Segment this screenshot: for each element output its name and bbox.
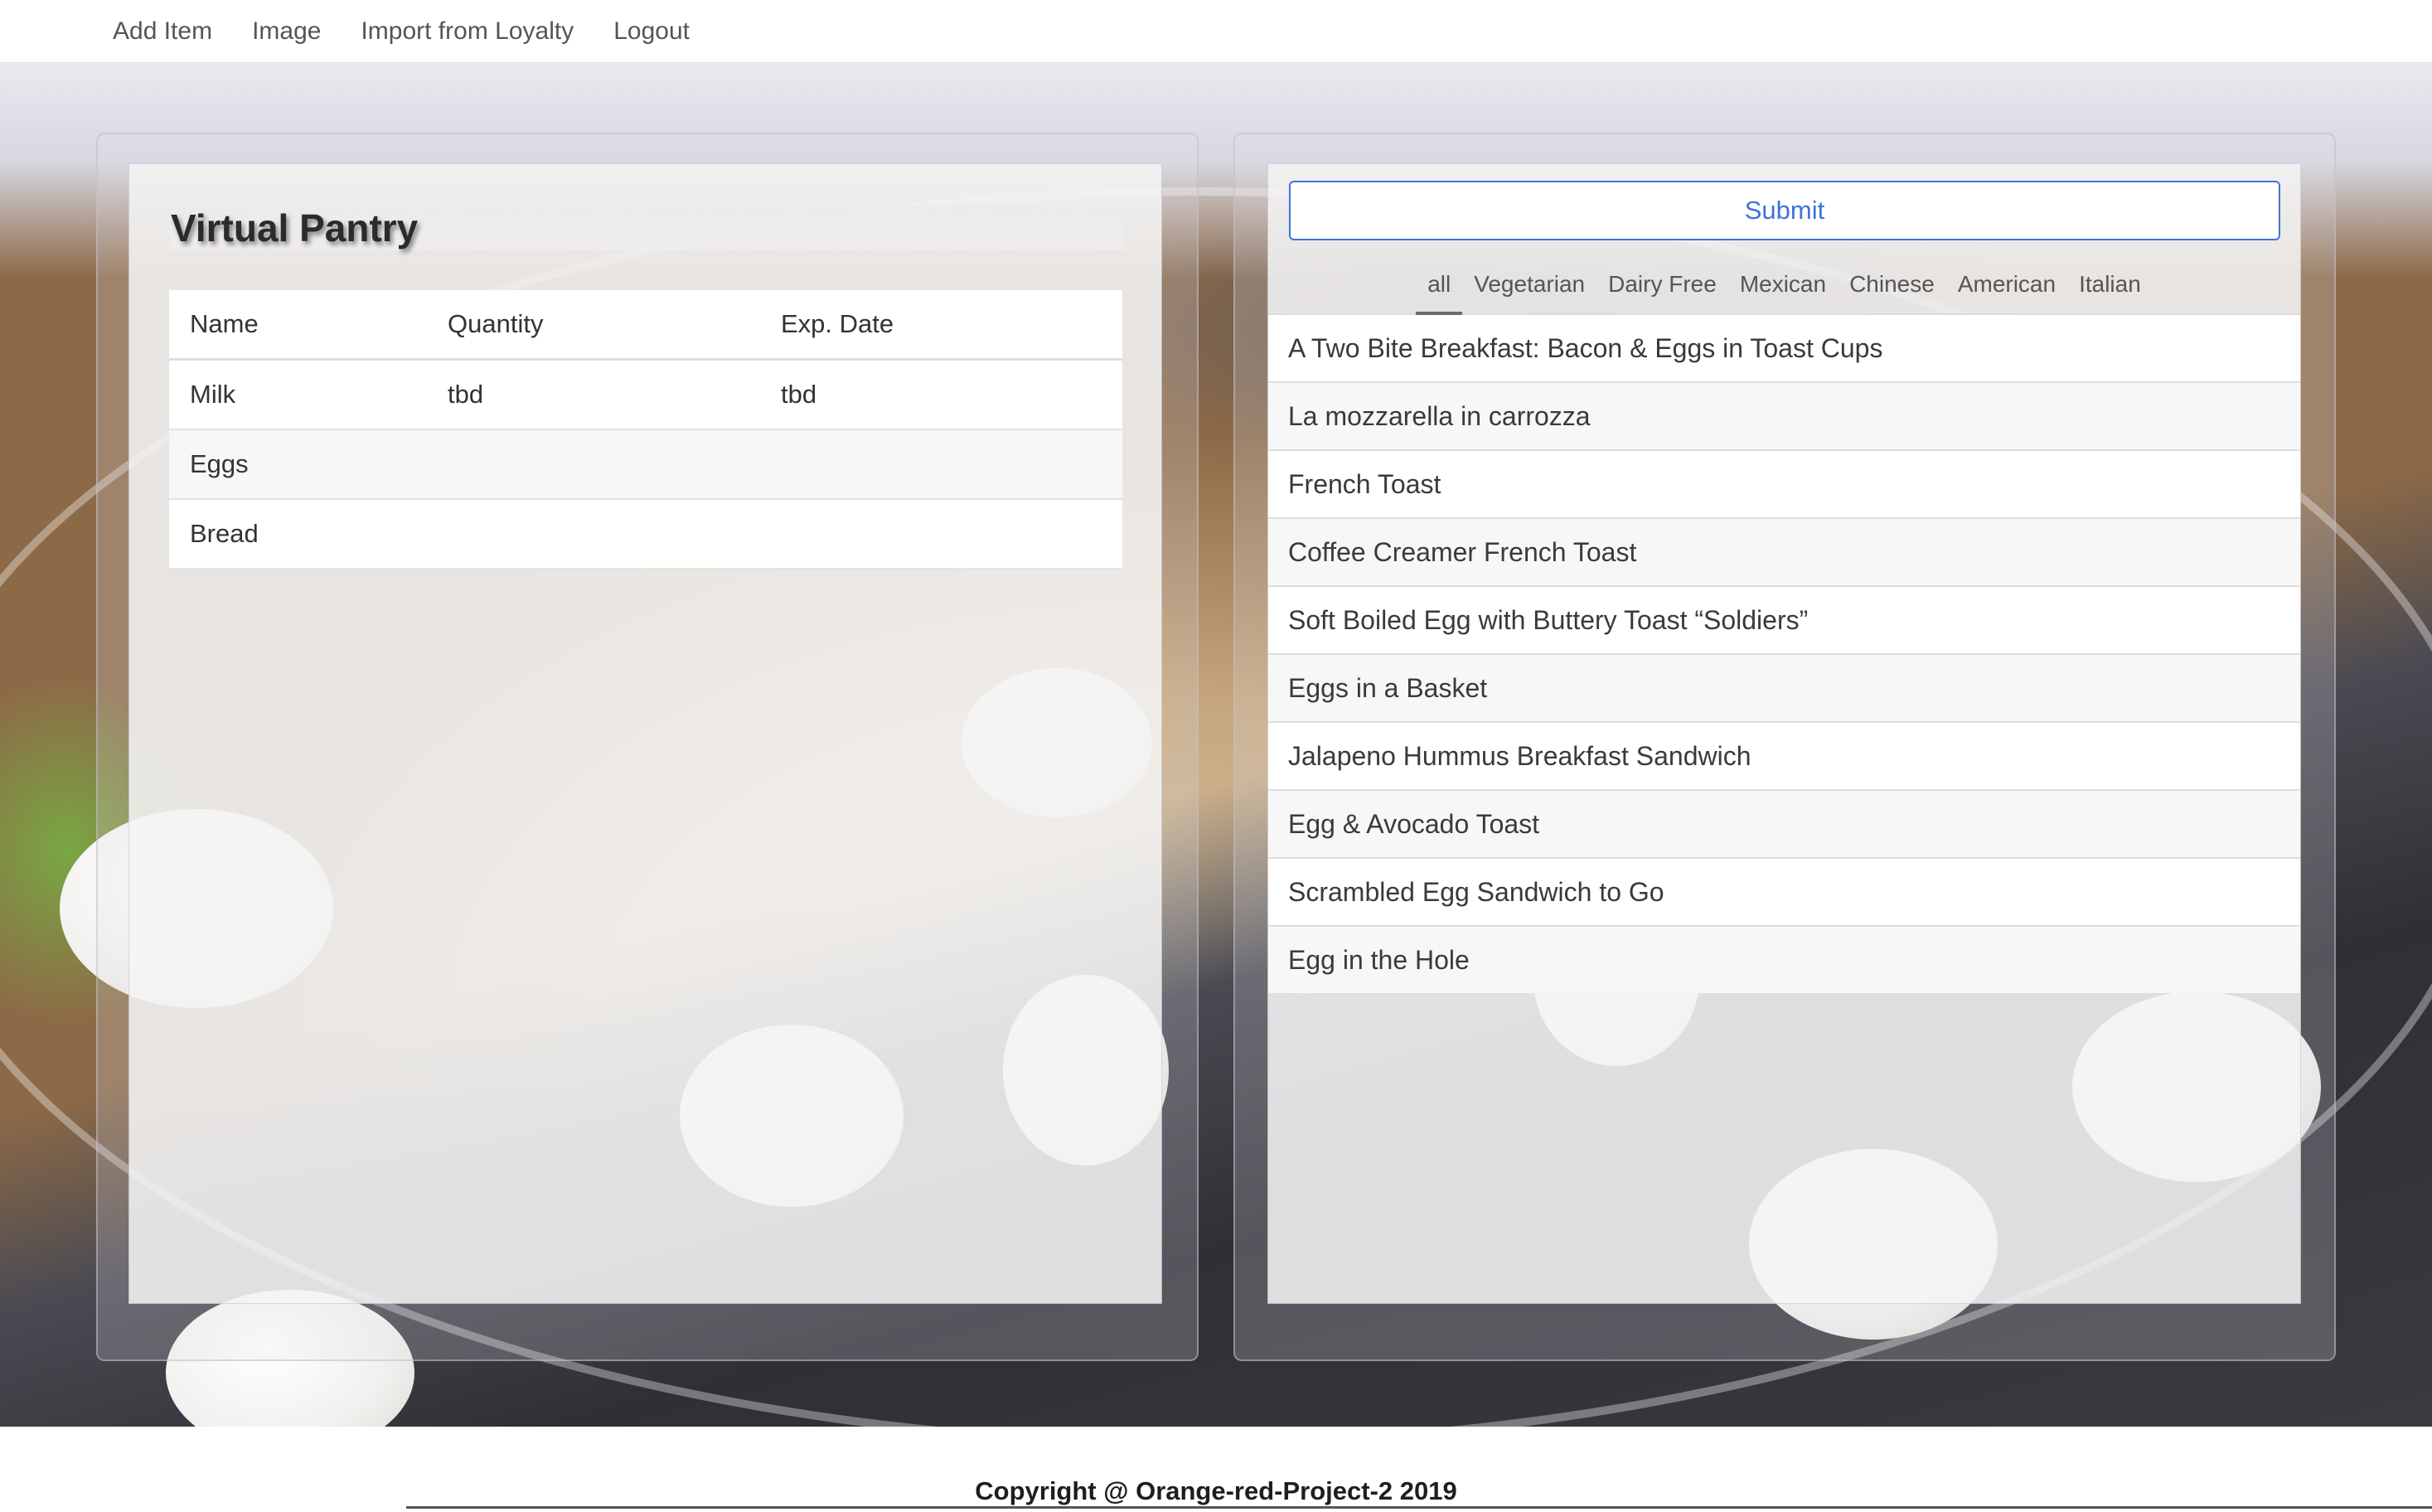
- list-item[interactable]: Egg & Avocado Toast: [1268, 791, 2300, 859]
- list-item[interactable]: Coffee Creamer French Toast: [1268, 519, 2300, 587]
- tab-dairy-free[interactable]: Dairy Free: [1596, 255, 1728, 313]
- top-navbar: Add Item Image Import from Loyalty Logou…: [0, 0, 2432, 63]
- column-header-quantity: Quantity: [448, 309, 544, 338]
- list-item[interactable]: Jalapeno Hummus Breakfast Sandwich: [1268, 723, 2300, 791]
- list-item[interactable]: Soft Boiled Egg with Buttery Toast “Sold…: [1268, 587, 2300, 655]
- list-item[interactable]: Eggs in a Basket: [1268, 655, 2300, 723]
- list-item[interactable]: French Toast: [1268, 451, 2300, 519]
- tab-all[interactable]: all: [1416, 255, 1463, 315]
- table-row: Milk tbd tbd: [169, 359, 1122, 429]
- tab-american[interactable]: American: [1946, 255, 2067, 313]
- cell-quantity: [427, 429, 760, 499]
- footer-divider: [406, 1506, 2432, 1509]
- cell-quantity: tbd: [448, 380, 484, 409]
- cuisine-filter-tabs: all Vegetarian Dairy Free Mexican Chines…: [1268, 255, 2300, 315]
- table-row: Eggs: [169, 429, 1122, 499]
- nav-image-link[interactable]: Image: [252, 17, 321, 46]
- copyright-text: Copyright @ Orange-red-Project-2 2019: [975, 1476, 1457, 1505]
- tab-chinese[interactable]: Chinese: [1838, 255, 1946, 313]
- list-item[interactable]: La mozzarella in carrozza: [1268, 383, 2300, 451]
- nav-logout-link[interactable]: Logout: [613, 17, 690, 46]
- nav-import-loyalty-link[interactable]: Import from Loyalty: [361, 17, 574, 46]
- cell-exp-date: [760, 499, 1122, 569]
- tab-italian[interactable]: Italian: [2067, 255, 2153, 313]
- cell-exp-date: tbd: [781, 380, 817, 409]
- cell-exp-date: [760, 429, 1122, 499]
- list-item[interactable]: Scrambled Egg Sandwich to Go: [1268, 859, 2300, 927]
- column-header-exp-date: Exp. Date: [781, 309, 894, 338]
- cell-name: Milk: [190, 380, 236, 409]
- table-row: Bread: [169, 499, 1122, 569]
- list-item[interactable]: Egg in the Hole: [1268, 927, 2300, 993]
- list-item[interactable]: A Two Bite Breakfast: Bacon & Eggs in To…: [1268, 315, 2300, 383]
- nav-add-item-link[interactable]: Add Item: [113, 17, 212, 46]
- recipe-list: A Two Bite Breakfast: Bacon & Eggs in To…: [1268, 315, 2300, 993]
- page-footer: Copyright @ Orange-red-Project-2 2019: [0, 1427, 2432, 1512]
- column-header-name: Name: [190, 309, 259, 338]
- pantry-table: Name Quantity Exp. Date Milk tbd tbd Egg…: [169, 290, 1122, 569]
- cell-name: Bread: [190, 519, 259, 548]
- cell-name: Eggs: [190, 449, 249, 478]
- cell-quantity: [427, 499, 760, 569]
- pantry-title: Virtual Pantry: [169, 206, 1124, 250]
- submit-button[interactable]: Submit: [1289, 181, 2280, 240]
- tab-mexican[interactable]: Mexican: [1728, 255, 1838, 313]
- pantry-table-header-row: Name Quantity Exp. Date: [169, 290, 1122, 360]
- tab-vegetarian[interactable]: Vegetarian: [1462, 255, 1596, 313]
